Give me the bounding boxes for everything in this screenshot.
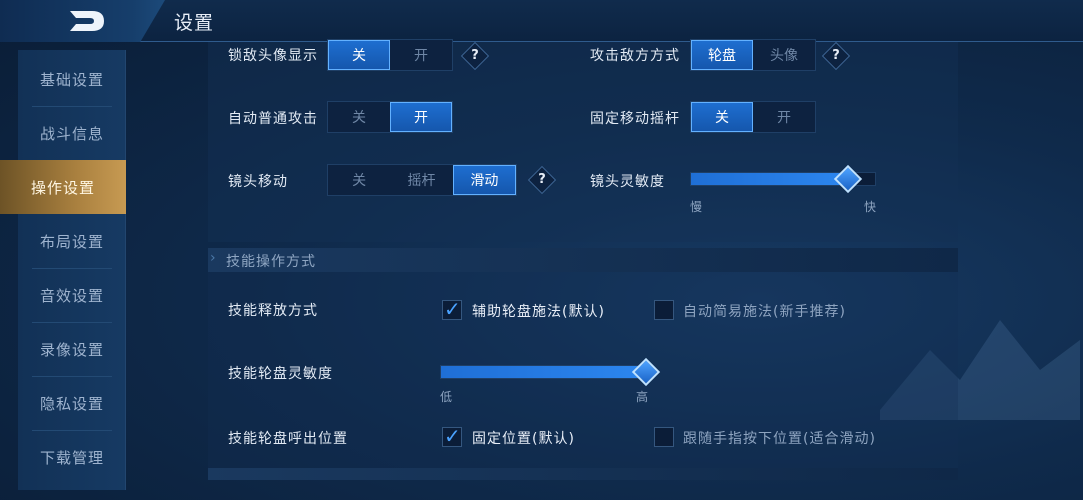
- camera-move-off-option[interactable]: 关: [328, 165, 390, 195]
- slider-fill: [691, 173, 848, 185]
- sidebar: 基础设置 战斗信息 操作设置 布局设置 音效设置 录像设置 隐私设置 下载管理: [0, 50, 126, 490]
- wheel-sensitivity-label: 技能轮盘灵敏度: [228, 366, 333, 382]
- assist-wheel-checkbox[interactable]: ✓: [442, 297, 462, 321]
- auto-attack-label: 自动普通攻击: [228, 111, 318, 127]
- camera-move-label: 镜头移动: [228, 174, 288, 190]
- sidebar-item-layout[interactable]: 布局设置: [18, 214, 126, 268]
- sidebar-item-download[interactable]: 下载管理: [18, 430, 126, 484]
- auto-attack-on-option[interactable]: 开: [389, 102, 452, 132]
- sidebar-item-basic[interactable]: 基础设置: [18, 52, 126, 106]
- camera-move-toggle: 关 摇杆 滑动: [327, 164, 517, 196]
- lock-avatar-toggle: 关 开: [327, 39, 453, 71]
- lock-avatar-off-option[interactable]: 关: [328, 40, 391, 70]
- camera-sensitivity-label: 镜头灵敏度: [590, 174, 665, 190]
- checkmark-icon: ✓: [444, 424, 461, 448]
- slider-fill: [441, 366, 645, 378]
- sidebar-item-privacy[interactable]: 隐私设置: [18, 376, 126, 430]
- wheel-position-label: 技能轮盘呼出位置: [228, 431, 348, 447]
- auto-attack-toggle: 关 开: [327, 101, 453, 133]
- fixed-position-checkbox[interactable]: ✓: [442, 424, 462, 448]
- section-header: › 技能操作方式: [208, 248, 958, 272]
- section-title: 技能操作方式: [226, 254, 316, 270]
- back-icon: [70, 11, 104, 31]
- fixed-joystick-on-option[interactable]: 开: [753, 102, 815, 132]
- auto-attack-off-option[interactable]: 关: [328, 102, 390, 132]
- chevron-right-icon: ›: [210, 250, 217, 266]
- attack-mode-toggle: 轮盘 头像: [690, 39, 816, 71]
- slider-min-label: 慢: [690, 200, 703, 214]
- basic-controls-panel: [208, 42, 958, 242]
- checkmark-icon: ✓: [444, 297, 461, 321]
- back-button[interactable]: [0, 0, 165, 42]
- attack-mode-wheel-option[interactable]: 轮盘: [691, 40, 754, 70]
- camera-move-joystick-option[interactable]: 摇杆: [390, 165, 452, 195]
- follow-finger-checkbox[interactable]: [654, 427, 674, 447]
- simple-cast-checkbox[interactable]: [654, 300, 674, 320]
- fixed-joystick-toggle: 关 开: [690, 101, 816, 133]
- fixed-position-option-label[interactable]: 固定位置(默认): [472, 428, 575, 448]
- sidebar-item-battle-info[interactable]: 战斗信息: [18, 106, 126, 160]
- simple-cast-option-label[interactable]: 自动简易施法(新手推荐): [683, 301, 846, 321]
- wheel-sensitivity-slider[interactable]: [440, 365, 646, 379]
- fixed-joystick-off-option[interactable]: 关: [691, 102, 754, 132]
- follow-finger-option-label[interactable]: 跟随手指按下位置(适合滑动): [683, 428, 876, 448]
- fixed-joystick-label: 固定移动摇杆: [590, 111, 680, 127]
- sidebar-item-controls[interactable]: 操作设置: [0, 160, 126, 214]
- attack-mode-avatar-option[interactable]: 头像: [753, 40, 815, 70]
- slider-max-label: 快: [864, 200, 877, 214]
- slider-max-label: 高: [636, 390, 649, 404]
- page-title: 设置: [174, 12, 215, 34]
- lock-avatar-label: 锁敌头像显示: [228, 48, 318, 64]
- assist-wheel-option-label[interactable]: 辅助轮盘施法(默认): [472, 301, 605, 321]
- section-header-partial: [208, 468, 958, 480]
- sidebar-item-replay[interactable]: 录像设置: [18, 322, 126, 376]
- attack-mode-label: 攻击敌方方式: [590, 48, 680, 64]
- skill-release-label: 技能释放方式: [228, 303, 318, 319]
- sidebar-item-sound[interactable]: 音效设置: [18, 268, 126, 322]
- top-bar: 设置: [0, 0, 1083, 42]
- camera-move-swipe-option[interactable]: 滑动: [452, 165, 516, 195]
- lock-avatar-on-option[interactable]: 开: [390, 40, 452, 70]
- slider-min-label: 低: [440, 390, 453, 404]
